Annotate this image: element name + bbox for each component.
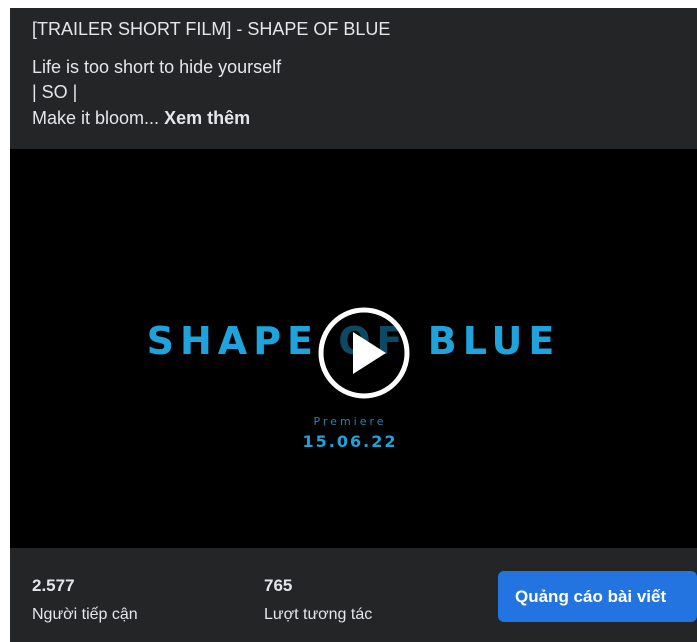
caption-line-3: Make it bloom... Xem thêm [32,108,250,129]
boost-post-button[interactable]: Quảng cáo bài viết [498,571,697,622]
post-caption: [TRAILER SHORT FILM] - SHAPE OF BLUE Lif… [10,8,697,149]
video-player[interactable]: SHAPE OF BLUE Premiere 15.06.22 [10,149,697,548]
see-more-link[interactable]: Xem thêm [164,108,250,128]
post-insights-bar: 2.577 Người tiếp cận 765 Lượt tương tác … [10,548,697,642]
premiere-date: 15.06.22 [302,432,398,451]
premiere-label: Premiere [313,415,387,428]
caption-line-2: | SO | [32,82,78,102]
caption-line-1: Life is too short to hide yourself [32,57,282,77]
play-icon [318,307,410,399]
engagement-stat: 765 Lượt tương tác [264,576,372,624]
engagement-value: 765 [264,576,293,595]
reach-value: 2.577 [32,576,75,595]
play-button[interactable] [318,307,410,399]
caption-line-3-text: Make it bloom... [32,108,160,128]
reach-stat: 2.577 Người tiếp cận [32,576,138,624]
post-title: [TRAILER SHORT FILM] - SHAPE OF BLUE [32,19,391,39]
engagement-label: Lượt tương tác [264,606,373,623]
reach-label: Người tiếp cận [32,606,138,623]
post-card: [TRAILER SHORT FILM] - SHAPE OF BLUE Lif… [10,8,697,642]
